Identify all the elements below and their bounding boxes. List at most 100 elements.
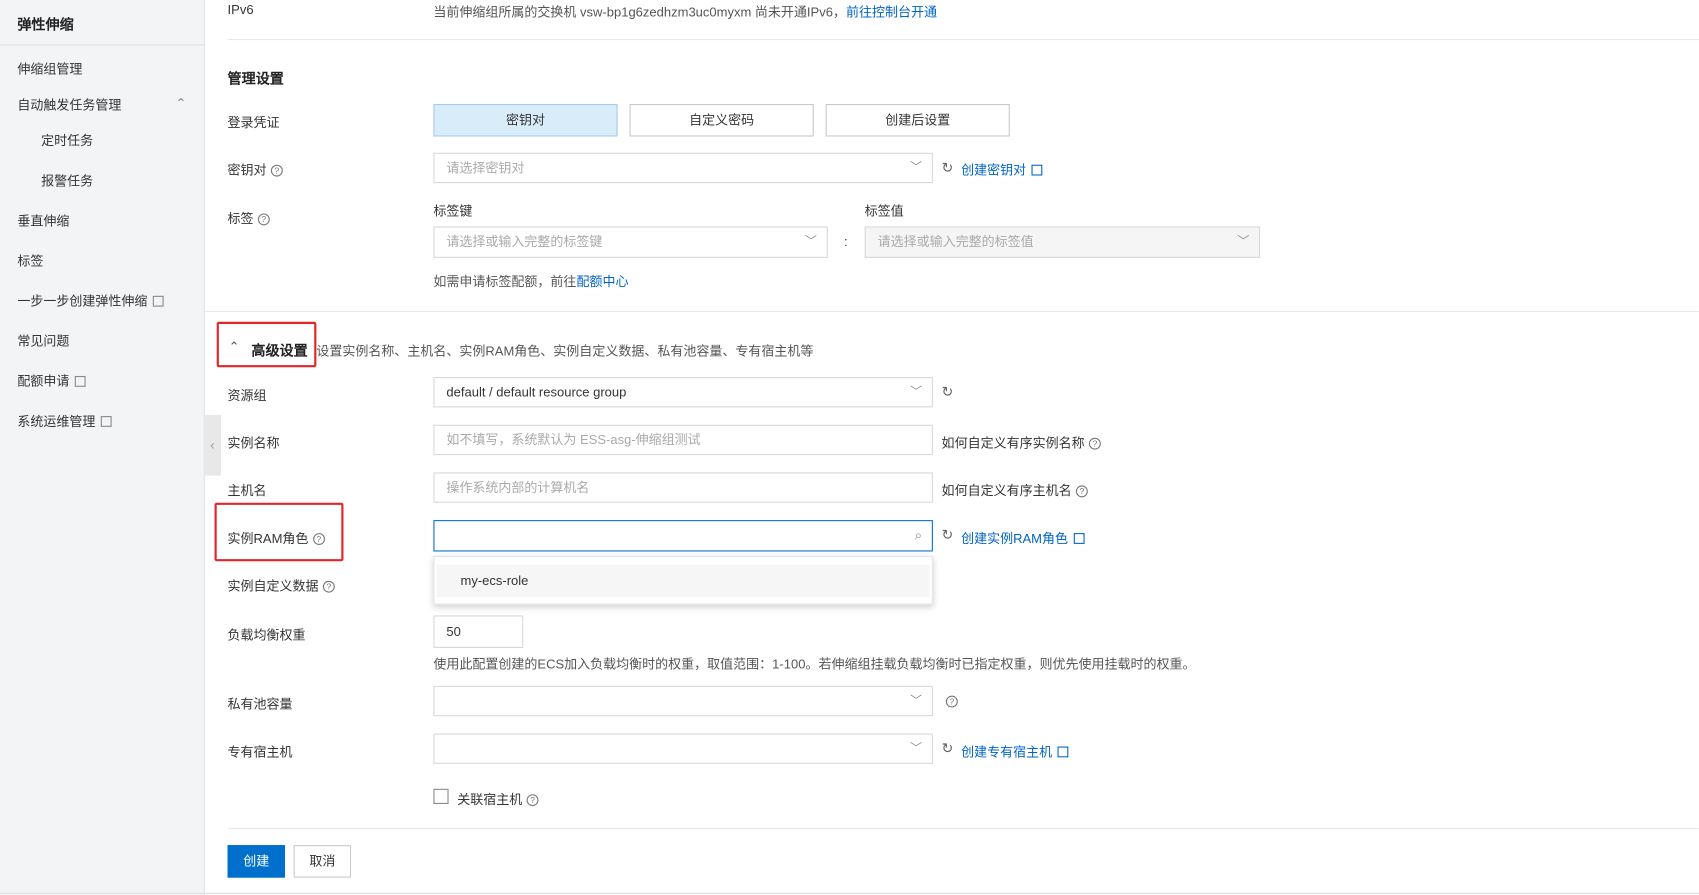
private-pool-select[interactable]: ﹀ [433,685,933,717]
sidebar-item-label: 系统运维管理 [17,413,96,430]
refresh-icon[interactable]: ↻ [942,384,954,401]
chevron-down-icon: ﹀ [805,235,817,249]
external-link-icon [74,375,86,387]
tag-value-select[interactable]: 请选择或输入完整的标签值 ﹀ [864,226,1261,258]
help-icon[interactable]: ? [1075,485,1088,498]
sidebar-item-scaling-groups[interactable]: 伸缩组管理 [17,60,82,78]
instance-name-label: 实例名称 [227,435,280,451]
ipv6-label: IPv6 [227,2,254,18]
external-link-icon [1031,164,1043,176]
sidebar-item-step-by-step[interactable]: 一步一步创建弹性伸缩 [17,291,164,309]
help-icon[interactable]: ? [526,794,539,807]
sidebar-item-scheduled-tasks[interactable]: 定时任务 [41,131,93,149]
tag-value-header: 标签值 [864,203,904,219]
collapse-sidebar-button[interactable]: ‹ [203,414,222,476]
create-ram-role-text: 创建实例RAM角色 [961,530,1068,547]
sidebar-item-label: 配额申请 [17,373,70,389]
external-link-icon [152,295,164,307]
instance-name-help-text: 如何自定义有序实例名称 [941,435,1085,451]
tag-quota-hint-text: 如需申请标签配额，前往 [433,274,577,290]
instance-name-help[interactable]: 如何自定义有序实例名称? [942,433,1101,451]
help-icon[interactable]: ? [1088,438,1101,451]
chevron-up-icon: ⌃ [175,95,187,111]
chevron-down-icon: ﹀ [910,385,923,399]
hostname-input[interactable]: 操作系统内部的计算机名 [433,472,933,503]
sidebar-item-alarm-tasks[interactable]: 报警任务 [41,171,93,189]
quota-center-link[interactable]: 配额中心 [576,274,628,289]
dropdown-option-my-ecs-role[interactable]: my-ecs-role [436,564,930,598]
help-icon[interactable]: ? [270,165,283,177]
link-host-checkbox[interactable] [433,788,449,804]
external-link-icon [100,416,112,427]
section-title-advanced[interactable]: 高级设置 [251,339,307,360]
dedicated-host-label: 专有宿主机 [227,744,293,760]
login-label: 登录凭证 [227,114,280,131]
hostname-label: 主机名 [227,483,267,499]
tag-key-placeholder: 请选择或输入完整的标签键 [446,234,603,250]
ipv6-hint: 当前伸缩组所属的交换机 vsw-bp1g6zedhzm3uc0myxm 尚未开通… [433,2,937,20]
login-option-later[interactable]: 创建后设置 [825,104,1010,137]
dedicated-host-select[interactable]: ﹀ [433,733,933,764]
chevron-down-icon: ﹀ [1237,235,1250,249]
divider [0,44,204,46]
help-icon[interactable]: ? [322,581,335,594]
sidebar-item-ops[interactable]: 系统运维管理 [17,412,112,430]
external-link-icon [1073,533,1085,544]
resource-group-value: default / default resource group [446,384,627,400]
hostname-help-text: 如何自定义有序主机名 [941,483,1072,499]
sidebar-item-label: 自动触发任务管理 [17,97,122,113]
sidebar-item-vertical-scaling[interactable]: 垂直伸缩 [17,211,69,229]
divider [227,827,1699,829]
login-option-password[interactable]: 自定义密码 [629,104,814,137]
link-host-label: 关联宿主机? [457,790,539,808]
sidebar-item-quota[interactable]: 配额申请 [17,372,86,390]
chevron-down-icon: ﹀ [910,742,923,756]
create-ram-role-link[interactable]: 创建实例RAM角色 [961,529,1085,547]
refresh-icon[interactable]: ↻ [942,159,954,176]
ram-role-label: 实例RAM角色? [228,529,325,547]
keypair-placeholder: 请选择密钥对 [446,160,525,176]
refresh-icon[interactable]: ↻ [942,527,954,544]
sidebar: 弹性伸缩 伸缩组管理 自动触发任务管理 ⌃ 定时任务 报警任务 垂直伸缩 标签 一… [0,0,205,895]
help-icon[interactable]: ? [257,213,270,226]
login-option-keypair[interactable]: 密钥对 [433,104,618,137]
help-icon[interactable]: ? [312,533,325,546]
tag-quota-hint: 如需申请标签配额，前往配额中心 [433,272,628,290]
chevron-up-icon[interactable]: ⌃ [229,339,240,354]
tag-key-header: 标签键 [433,203,473,219]
help-icon[interactable]: ? [945,695,958,708]
weight-input[interactable]: 50 [433,615,524,648]
create-keypair-text: 创建密钥对 [961,162,1027,178]
sidebar-item-label: 一步一步创建弹性伸缩 [17,293,148,309]
sidebar-item-auto-tasks[interactable]: 自动触发任务管理 ⌃ [17,95,186,113]
sidebar-item-tags[interactable]: 标签 [17,251,43,269]
ram-role-select[interactable]: ⌕ [433,520,933,552]
keypair-select[interactable]: 请选择密钥对 ﹀ [433,152,933,184]
cancel-button[interactable]: 取消 [293,845,352,878]
resource-group-select[interactable]: default / default resource group ﹀ [433,377,933,408]
tag-key-select[interactable]: 请选择或输入完整的标签键 ﹀ [433,226,828,258]
create-button[interactable]: 创建 [227,845,285,878]
tag-label: 标签? [228,209,270,227]
sidebar-item-faq[interactable]: 常见问题 [17,332,69,350]
divider [227,39,1699,41]
external-link-icon [1057,746,1069,758]
section-title-manage: 管理设置 [227,70,284,87]
ram-role-dropdown: my-ecs-role [433,555,933,605]
ipv6-open-link[interactable]: 前往控制台开通 [846,4,937,19]
weight-label: 负载均衡权重 [227,627,306,643]
ipv6-hint-text: 当前伸缩组所属的交换机 vsw-bp1g6zedhzm3uc0myxm 尚未开通… [433,4,846,20]
create-keypair-link[interactable]: 创建密钥对 [961,160,1043,178]
tag-label-text: 标签 [227,211,254,227]
refresh-icon[interactable]: ↻ [942,740,954,757]
tag-value-placeholder: 请选择或输入完整的标签值 [877,234,1034,250]
hostname-help[interactable]: 如何自定义有序主机名? [942,481,1088,499]
tag-colon: : [844,234,848,250]
instance-name-input[interactable]: 如不填写，系统默认为 ESS-asg-伸缩组测试 [433,424,933,456]
private-pool-label: 私有池容量 [227,696,293,712]
link-host-label-text: 关联宿主机 [457,792,523,808]
sidebar-title: 弹性伸缩 [17,16,74,33]
weight-hint: 使用此配置创建的ECS加入负载均衡时的权重，取值范围：1-100。若伸缩组挂载负… [433,656,1196,672]
advanced-description: 设置实例名称、主机名、实例RAM角色、实例自定义数据、私有池容量、专有宿主机等 [316,343,814,359]
create-dedicated-host-link[interactable]: 创建专有宿主机 [961,742,1069,760]
